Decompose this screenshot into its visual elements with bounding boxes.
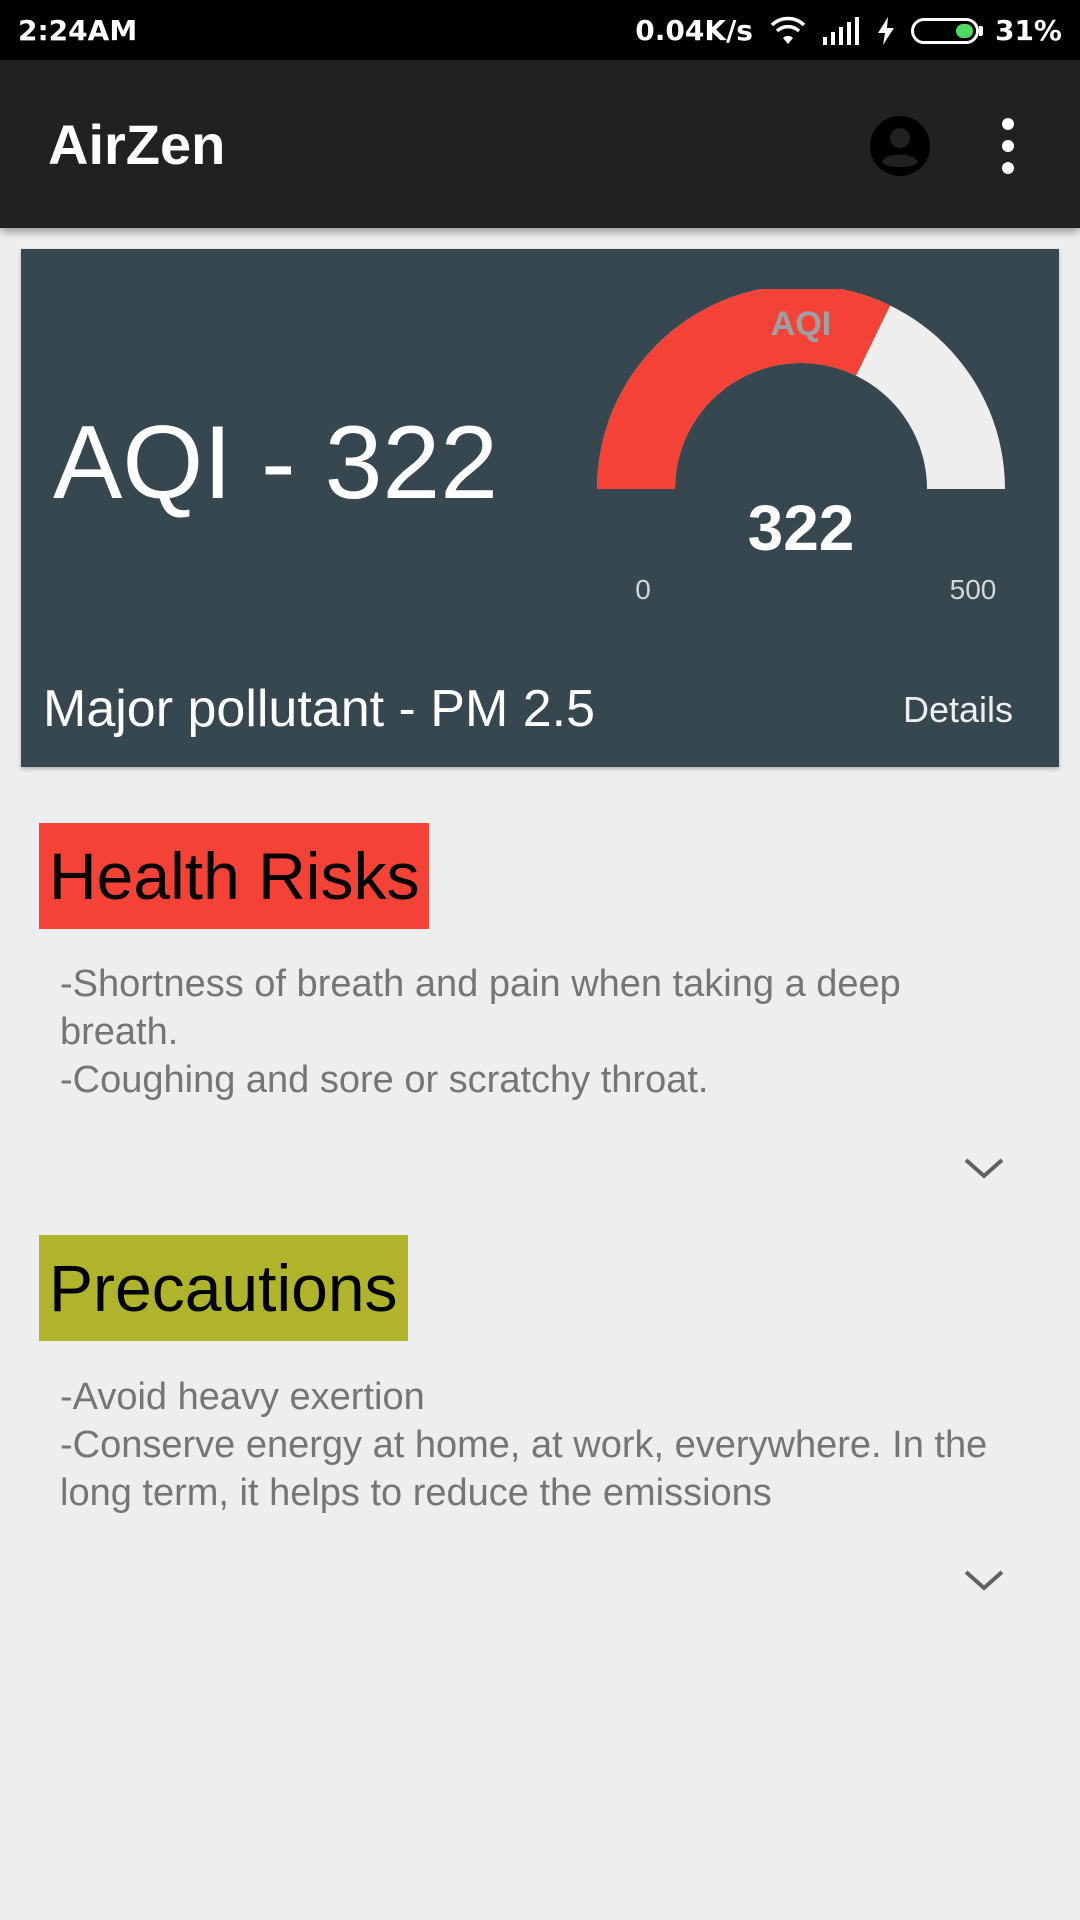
precautions-heading: Precautions	[39, 1235, 408, 1341]
wifi-icon	[769, 16, 807, 46]
health-risks-heading: Health Risks	[39, 823, 430, 929]
status-indicators: 0.04K/s 31%	[635, 14, 1062, 47]
chevron-down-icon[interactable]	[962, 1566, 1006, 1594]
gauge-value: 322	[747, 492, 855, 564]
app-title: AirZen	[48, 113, 226, 176]
health-risks-body: -Shortness of breath and pain when takin…	[60, 960, 1000, 1104]
health-risk-line: -Coughing and sore or scratchy throat.	[60, 1059, 709, 1101]
aqi-gauge: AQI 322 0 500	[581, 289, 1021, 609]
precautions-body: -Avoid heavy exertion -Conserve energy a…	[60, 1373, 1000, 1517]
signal-icon	[822, 16, 861, 45]
precaution-line: -Conserve energy at home, at work, every…	[60, 1424, 988, 1514]
charging-icon	[877, 16, 895, 45]
account-circle-icon[interactable]	[868, 114, 932, 178]
battery-level-fill	[955, 23, 973, 38]
aqi-headline: AQI - 322	[53, 405, 499, 521]
more-vert-icon[interactable]	[984, 114, 1032, 178]
aqi-card: AQI - 322 AQI 322 0 500 Major pollutant …	[21, 249, 1059, 767]
app-bar: AirZen	[0, 60, 1080, 228]
details-button[interactable]: Details	[903, 689, 1013, 731]
battery-cap	[978, 25, 983, 36]
battery-percent: 31%	[994, 14, 1062, 47]
status-time: 2:24AM	[18, 14, 138, 47]
health-risk-line: -Shortness of breath and pain when takin…	[60, 963, 901, 1053]
major-pollutant: Major pollutant - PM 2.5	[43, 680, 596, 738]
gauge-min-label: 0	[635, 574, 651, 605]
gauge-max-label: 500	[949, 574, 997, 605]
battery-icon	[910, 17, 983, 44]
gauge-title: AQI	[770, 305, 832, 343]
chevron-down-icon[interactable]	[962, 1154, 1006, 1182]
status-bar: 2:24AM 0.04K/s 31%	[0, 0, 1080, 60]
network-speed: 0.04K/s	[635, 14, 753, 47]
precaution-line: -Avoid heavy exertion	[60, 1376, 425, 1418]
